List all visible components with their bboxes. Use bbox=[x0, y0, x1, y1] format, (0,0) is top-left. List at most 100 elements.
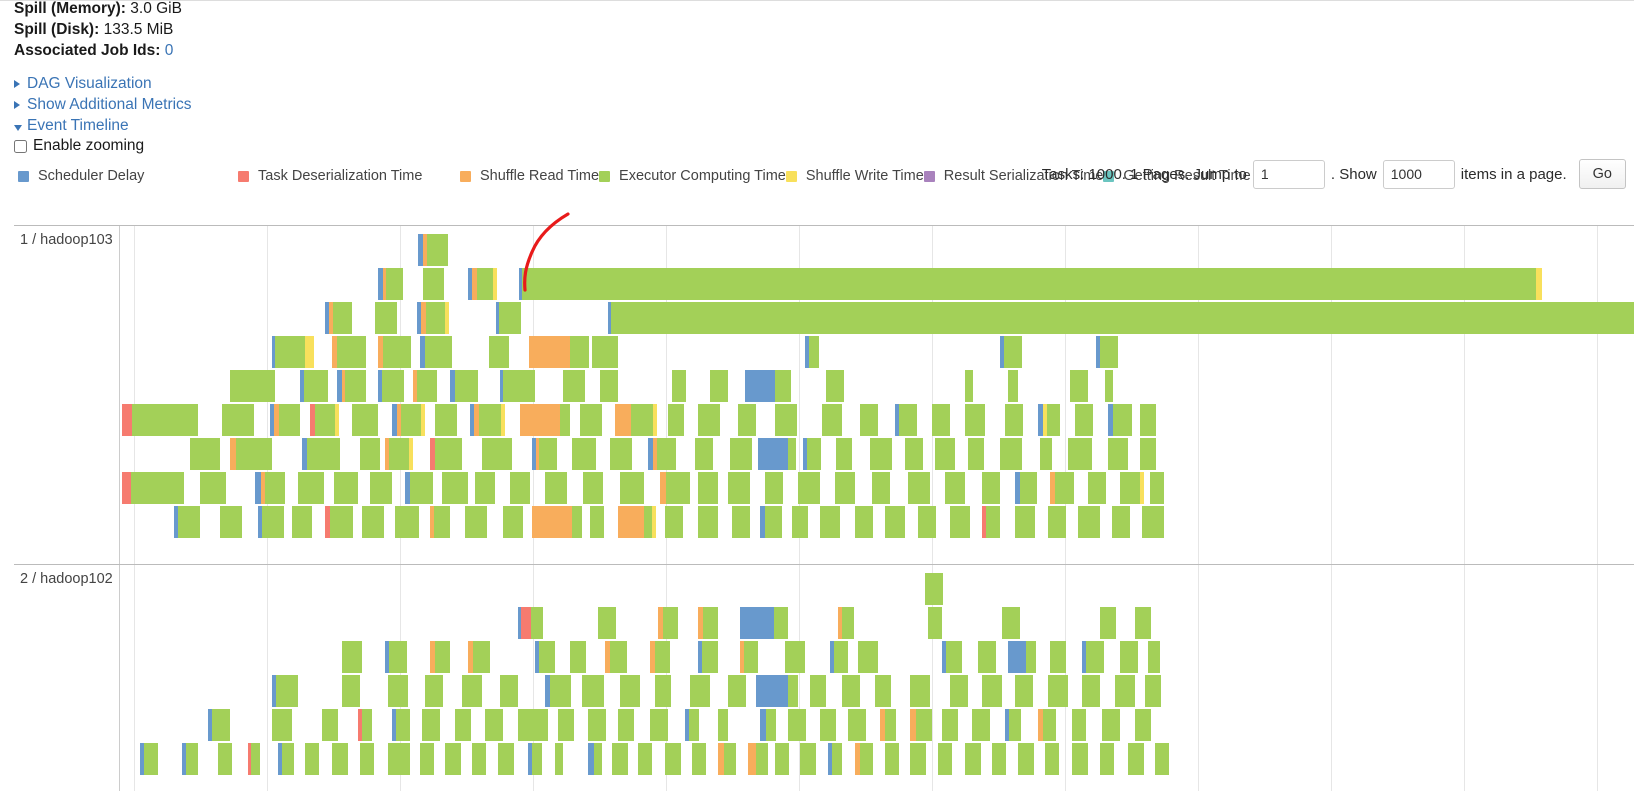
task-bar[interactable] bbox=[1048, 675, 1068, 707]
task-bar[interactable] bbox=[982, 472, 1000, 504]
task-bar[interactable] bbox=[965, 370, 973, 402]
task-bar[interactable] bbox=[545, 472, 567, 504]
task-bar[interactable] bbox=[413, 370, 437, 402]
task-bar[interactable] bbox=[826, 370, 844, 402]
task-bar[interactable] bbox=[208, 709, 230, 741]
task-bar[interactable] bbox=[450, 370, 478, 402]
task-bar[interactable] bbox=[1105, 370, 1113, 402]
task-bar[interactable] bbox=[710, 370, 728, 402]
task-bar[interactable] bbox=[910, 709, 932, 741]
task-bar[interactable] bbox=[1050, 472, 1074, 504]
task-bar[interactable] bbox=[325, 506, 353, 538]
task-bar[interactable] bbox=[945, 472, 965, 504]
task-bar[interactable] bbox=[174, 506, 200, 538]
task-bar[interactable] bbox=[1048, 506, 1066, 538]
task-bar[interactable] bbox=[858, 641, 878, 673]
task-bar[interactable] bbox=[638, 743, 652, 775]
task-bar[interactable] bbox=[1120, 641, 1138, 673]
task-bar[interactable] bbox=[660, 472, 690, 504]
task-bar[interactable] bbox=[618, 506, 656, 538]
task-bar[interactable] bbox=[965, 743, 981, 775]
task-bar[interactable] bbox=[230, 370, 275, 402]
task-bar[interactable] bbox=[500, 675, 518, 707]
task-bar[interactable] bbox=[418, 234, 448, 266]
task-bar[interactable] bbox=[1155, 743, 1169, 775]
task-bar[interactable] bbox=[792, 506, 808, 538]
task-bar[interactable] bbox=[672, 370, 686, 402]
task-bar[interactable] bbox=[1100, 743, 1114, 775]
task-bar[interactable] bbox=[1050, 641, 1066, 673]
task-bar[interactable] bbox=[519, 268, 1542, 300]
task-bar[interactable] bbox=[378, 336, 411, 368]
task-bar[interactable] bbox=[468, 641, 490, 673]
task-bar[interactable] bbox=[655, 675, 671, 707]
task-bar[interactable] bbox=[1018, 743, 1034, 775]
task-bar[interactable] bbox=[978, 641, 996, 673]
task-bar[interactable] bbox=[872, 472, 890, 504]
task-bar[interactable] bbox=[455, 709, 471, 741]
task-bar[interactable] bbox=[272, 336, 314, 368]
task-bar[interactable] bbox=[1072, 709, 1086, 741]
task-bar[interactable] bbox=[848, 709, 866, 741]
task-bar[interactable] bbox=[430, 438, 462, 470]
task-bar[interactable] bbox=[932, 404, 950, 436]
task-bar[interactable] bbox=[1040, 438, 1052, 470]
task-bar[interactable] bbox=[1008, 370, 1018, 402]
task-bar[interactable] bbox=[360, 438, 380, 470]
task-bar[interactable] bbox=[822, 404, 842, 436]
task-bar[interactable] bbox=[272, 675, 298, 707]
task-bar[interactable] bbox=[520, 404, 570, 436]
timeline-canvas[interactable] bbox=[120, 565, 1634, 791]
task-bar[interactable] bbox=[650, 641, 670, 673]
task-bar[interactable] bbox=[510, 472, 530, 504]
task-bar[interactable] bbox=[310, 404, 339, 436]
task-bar[interactable] bbox=[765, 472, 783, 504]
task-bar[interactable] bbox=[482, 438, 512, 470]
task-bar[interactable] bbox=[342, 675, 360, 707]
task-bar[interactable] bbox=[842, 675, 860, 707]
task-bar[interactable] bbox=[182, 743, 198, 775]
task-bar[interactable] bbox=[563, 370, 585, 402]
task-bar[interactable] bbox=[665, 506, 683, 538]
task-bar[interactable] bbox=[982, 675, 1002, 707]
task-bar[interactable] bbox=[222, 404, 254, 436]
task-bar[interactable] bbox=[1005, 404, 1023, 436]
task-bar[interactable] bbox=[968, 438, 984, 470]
task-bar[interactable] bbox=[1150, 472, 1164, 504]
task-bar[interactable] bbox=[1038, 404, 1060, 436]
task-bar[interactable] bbox=[122, 472, 184, 504]
task-bar[interactable] bbox=[745, 370, 791, 402]
task-bar[interactable] bbox=[692, 743, 706, 775]
task-bar[interactable] bbox=[880, 709, 896, 741]
task-bar[interactable] bbox=[590, 506, 604, 538]
task-bar[interactable] bbox=[830, 641, 848, 673]
task-bar[interactable] bbox=[337, 370, 366, 402]
task-bar[interactable] bbox=[375, 302, 397, 334]
task-bar[interactable] bbox=[518, 709, 548, 741]
task-bar[interactable] bbox=[690, 675, 710, 707]
task-bar[interactable] bbox=[588, 743, 602, 775]
task-bar[interactable] bbox=[332, 336, 366, 368]
task-bar[interactable] bbox=[298, 472, 324, 504]
task-bar[interactable] bbox=[1015, 675, 1033, 707]
task-bar[interactable] bbox=[756, 675, 798, 707]
task-bar[interactable] bbox=[738, 404, 756, 436]
task-bar[interactable] bbox=[1115, 675, 1135, 707]
task-bar[interactable] bbox=[588, 709, 606, 741]
task-bar[interactable] bbox=[1075, 404, 1093, 436]
task-bar[interactable] bbox=[405, 472, 433, 504]
task-bar[interactable] bbox=[950, 675, 968, 707]
task-bar[interactable] bbox=[190, 438, 220, 470]
task-bar[interactable] bbox=[938, 743, 952, 775]
task-bar[interactable] bbox=[658, 607, 678, 639]
task-bar[interactable] bbox=[392, 404, 425, 436]
task-bar[interactable] bbox=[895, 404, 917, 436]
task-bar[interactable] bbox=[503, 506, 523, 538]
task-bar[interactable] bbox=[422, 709, 440, 741]
task-bar[interactable] bbox=[468, 268, 497, 300]
task-bar[interactable] bbox=[698, 641, 718, 673]
task-bar[interactable] bbox=[218, 743, 232, 775]
section-toggle-dag-visualization[interactable]: DAG Visualization bbox=[14, 73, 192, 94]
task-bar[interactable] bbox=[378, 268, 403, 300]
task-bar[interactable] bbox=[465, 506, 487, 538]
